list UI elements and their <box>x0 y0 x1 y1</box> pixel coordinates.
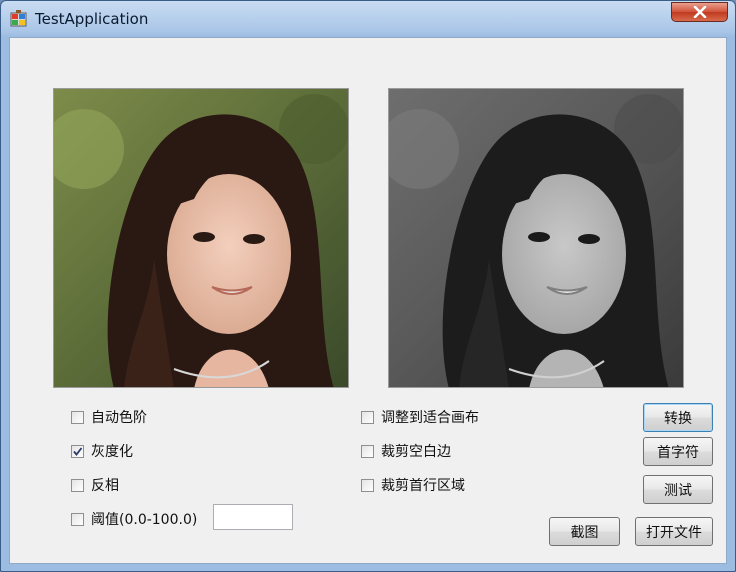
crop-margins-checkbox[interactable] <box>361 444 374 458</box>
check-icon <box>73 446 83 456</box>
open-file-button[interactable]: 打开文件 <box>635 517 713 546</box>
fit-canvas-option[interactable]: 调整到适合画布 <box>361 408 479 426</box>
invert-option[interactable]: 反相 <box>71 476 119 494</box>
crop-first-row-label: 裁剪首行区域 <box>381 478 465 494</box>
grayscale-checkbox[interactable] <box>71 444 84 458</box>
client-area: 自动色阶 灰度化 反相 阈值(0.0-100.0) 调整到适合画布 裁剪空白边 … <box>9 37 727 564</box>
threshold-option[interactable]: 阈值(0.0-100.0) <box>71 510 197 528</box>
original-image <box>53 88 349 388</box>
invert-label: 反相 <box>91 478 119 494</box>
threshold-checkbox[interactable] <box>71 512 84 526</box>
grayscale-image <box>388 88 684 388</box>
close-button[interactable] <box>671 2 728 22</box>
invert-checkbox[interactable] <box>71 478 84 492</box>
crop-first-row-checkbox[interactable] <box>361 478 374 492</box>
close-icon <box>693 6 706 18</box>
crop-first-row-option[interactable]: 裁剪首行区域 <box>361 476 465 494</box>
threshold-input[interactable] <box>213 504 293 530</box>
threshold-label: 阈值(0.0-100.0) <box>91 512 198 528</box>
app-icon <box>10 10 27 27</box>
auto-levels-label: 自动色阶 <box>91 410 147 426</box>
grayscale-option[interactable]: 灰度化 <box>71 442 133 460</box>
auto-levels-checkbox[interactable] <box>71 410 84 424</box>
grayscale-label: 灰度化 <box>91 444 133 460</box>
app-window: TestApplication 自动色阶 灰度化 反相 阈值(0.0-100.0… <box>0 0 736 572</box>
test-button[interactable]: 测试 <box>643 475 713 504</box>
crop-margins-label: 裁剪空白边 <box>381 444 451 460</box>
window-title: TestApplication <box>35 10 149 28</box>
initials-button[interactable]: 首字符 <box>643 437 713 466</box>
screenshot-button[interactable]: 截图 <box>549 517 620 546</box>
auto-levels-option[interactable]: 自动色阶 <box>71 408 147 426</box>
title-bar[interactable]: TestApplication <box>1 1 735 35</box>
convert-button[interactable]: 转换 <box>643 403 713 432</box>
crop-margins-option[interactable]: 裁剪空白边 <box>361 442 451 460</box>
fit-canvas-label: 调整到适合画布 <box>381 410 479 426</box>
fit-canvas-checkbox[interactable] <box>361 410 374 424</box>
